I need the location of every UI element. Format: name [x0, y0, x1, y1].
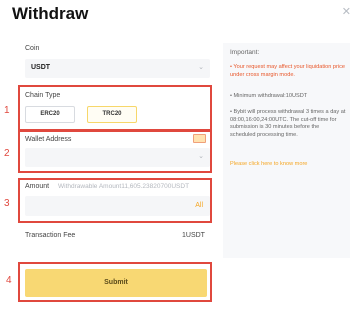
- chain-option-trc20[interactable]: TRC20: [87, 106, 137, 123]
- transaction-fee-value: 1USDT: [182, 232, 205, 239]
- chain-option-erc20[interactable]: ERC20: [25, 106, 75, 123]
- amount-input[interactable]: All: [25, 196, 210, 216]
- address-book-icon[interactable]: [193, 134, 206, 143]
- amount-label: Amount: [25, 183, 50, 190]
- wallet-address-field[interactable]: ⌄: [25, 148, 210, 167]
- annotation-number-3: 3: [4, 198, 10, 209]
- wallet-address-label: Wallet Address: [25, 136, 72, 143]
- coin-select[interactable]: USDT ⌄: [25, 59, 210, 78]
- all-button[interactable]: All: [195, 202, 203, 209]
- chevron-down-icon: ⌄: [198, 153, 204, 160]
- chain-type-label: Chain Type: [25, 92, 61, 99]
- annotation-number-2: 2: [4, 148, 10, 159]
- close-icon[interactable]: ✕: [342, 5, 351, 18]
- chevron-down-icon: ⌄: [198, 64, 204, 71]
- dialog-title: Withdraw: [12, 4, 89, 23]
- submit-button[interactable]: Submit: [25, 269, 207, 297]
- annotation-number-4: 4: [6, 275, 12, 286]
- info-bullet-schedule: • Bybit will process withdrawal 3 times …: [230, 109, 346, 138]
- know-more-link[interactable]: Please click here to know more: [230, 161, 307, 167]
- coin-value: USDT: [31, 64, 51, 71]
- info-bullet-minimum: • Minimum withdrawal:10USDT: [230, 93, 308, 99]
- withdrawable-amount-hint: Withdrawable Amount11,605.23820700USDT: [58, 183, 190, 190]
- coin-label: Coin: [25, 45, 40, 52]
- info-bullet-liquidation: • Your request may affect your liquidati…: [230, 64, 346, 78]
- important-info-panel: Important: • Your request may affect you…: [223, 43, 350, 258]
- info-title: Important:: [230, 49, 260, 56]
- annotation-number-1: 1: [4, 105, 10, 116]
- transaction-fee-label: Transaction Fee: [25, 232, 76, 239]
